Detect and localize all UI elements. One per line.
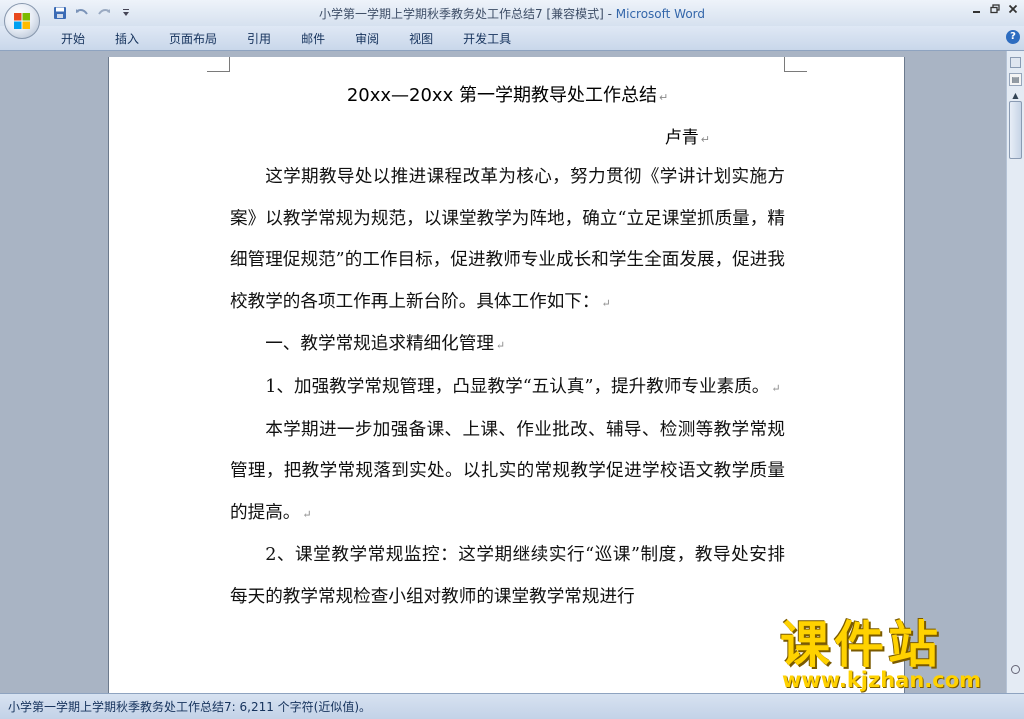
paragraph-mark: ↵ — [495, 339, 506, 353]
paragraph-mark: ↵ — [771, 381, 781, 395]
tab-home[interactable]: 开始 — [46, 30, 100, 48]
paragraph-text: 1、加强教学常规管理，凸显教学“五认真”，提升教师专业素质。 — [265, 376, 770, 397]
body-paragraph: 2、课堂教学常规监控：这学期继续实行“巡课”制度，教导处安排每天的教学常规检查小… — [230, 535, 785, 618]
tab-mailings[interactable]: 邮件 — [286, 30, 340, 48]
author-text: 卢青 — [664, 128, 699, 148]
paragraph-text: 本学期进一步加强备课、上课、作业批改、辅导、检测等教学常规管理，把教学常规落到实… — [230, 419, 785, 523]
paragraph-text: 这学期教导处以推进课程改革为核心，努力贯彻《学讲计划实施方案》以教学常规为规范，… — [230, 167, 785, 312]
title-separator: - — [603, 7, 616, 21]
scroll-up-icon[interactable]: ▲ — [1009, 91, 1022, 101]
crop-mark-right — [784, 57, 807, 72]
document-page[interactable]: 20xx—20xx 第一学期教导处工作总结 ↵ 卢青 ↵ 这学期教导处以推进课程改革… — [109, 57, 904, 693]
body-paragraph: 1、加强教学常规管理，凸显教学“五认真”，提升教师专业素质。 ↵ — [230, 367, 785, 410]
app-name: Microsoft Word — [615, 7, 706, 21]
minimize-icon[interactable] — [970, 2, 984, 16]
heading-text: 20xx—20xx 第一学期教导处工作总结 — [346, 85, 657, 106]
tab-insert[interactable]: 插入 — [100, 30, 154, 48]
paragraph-mark: ↵ — [700, 133, 710, 146]
office-button[interactable] — [4, 3, 40, 39]
tab-developer[interactable]: 开发工具 — [448, 30, 526, 48]
watermark-logo: 课件站 — [780, 616, 942, 674]
document-name: 小学第一学期上学期秋季教务处工作总结7 [兼容模式] — [318, 7, 604, 21]
window-controls — [970, 2, 1020, 16]
view-ruler-icon[interactable]: ▤ — [1009, 73, 1022, 86]
document-workspace: 20xx—20xx 第一学期教导处工作总结 ↵ 卢青 ↵ 这学期教导处以推进课程改革… — [0, 51, 1007, 693]
watermark: 课件站 www.kjzhan.com — [770, 618, 1010, 692]
crop-mark-left — [207, 57, 230, 72]
watermark-url: www.kjzhan.com — [782, 668, 982, 692]
body-paragraph: 这学期教导处以推进课程改革为核心，努力贯彻《学讲计划实施方案》以教学常规为规范，… — [230, 157, 785, 324]
vertical-scrollbar[interactable]: ▤ ▲ — [1006, 51, 1024, 693]
office-logo-icon — [14, 13, 30, 29]
scroll-thumb[interactable] — [1009, 101, 1022, 159]
tab-view[interactable]: 视图 — [394, 30, 448, 48]
ribbon-tab-bar: 开始 插入 页面布局 引用 邮件 审阅 视图 开发工具 ? — [0, 26, 1024, 51]
document-heading: 20xx—20xx 第一学期教导处工作总结 ↵ — [230, 81, 785, 113]
tab-references[interactable]: 引用 — [232, 30, 286, 48]
help-icon[interactable]: ? — [1006, 30, 1020, 44]
select-browse-object-icon[interactable] — [1011, 665, 1020, 674]
paragraph-mark: ↵ — [658, 91, 669, 104]
paragraph-mark: ↵ — [302, 507, 312, 521]
document-author: 卢青 ↵ — [230, 123, 785, 155]
close-icon[interactable] — [1006, 2, 1020, 16]
window-title: 小学第一学期上学期秋季教务处工作总结7 [兼容模式] - Microsoft W… — [0, 5, 1024, 22]
document-body[interactable]: 20xx—20xx 第一学期教导处工作总结 ↵ 卢青 ↵ 这学期教导处以推进课程改革… — [230, 81, 785, 619]
ribbon-tabs: 开始 插入 页面布局 引用 邮件 审阅 视图 开发工具 — [46, 30, 526, 48]
split-window-icon[interactable] — [1010, 57, 1021, 68]
paragraph-text: 2、课堂教学常规监控：这学期继续实行“巡课”制度，教导处安排每天的教学常规检查小… — [230, 545, 785, 607]
paragraph-mark: ↵ — [601, 296, 611, 310]
title-bar: 小学第一学期上学期秋季教务处工作总结7 [兼容模式] - Microsoft W… — [0, 0, 1024, 26]
status-text[interactable]: 小学第一学期上学期秋季教务处工作总结7: 6,211 个字符(近似值)。 — [8, 698, 371, 715]
body-paragraph: 本学期进一步加强备课、上课、作业批改、辅导、检测等教学常规管理，把教学常规落到实… — [230, 410, 785, 536]
tab-review[interactable]: 审阅 — [340, 30, 394, 48]
status-bar: 小学第一学期上学期秋季教务处工作总结7: 6,211 个字符(近似值)。 — [0, 693, 1024, 719]
section-heading: 一、教学常规追求精细化管理 ↵ — [230, 324, 785, 367]
tab-page-layout[interactable]: 页面布局 — [154, 30, 232, 48]
restore-icon[interactable] — [988, 2, 1002, 16]
paragraph-text: 一、教学常规追求精细化管理 — [265, 334, 494, 355]
